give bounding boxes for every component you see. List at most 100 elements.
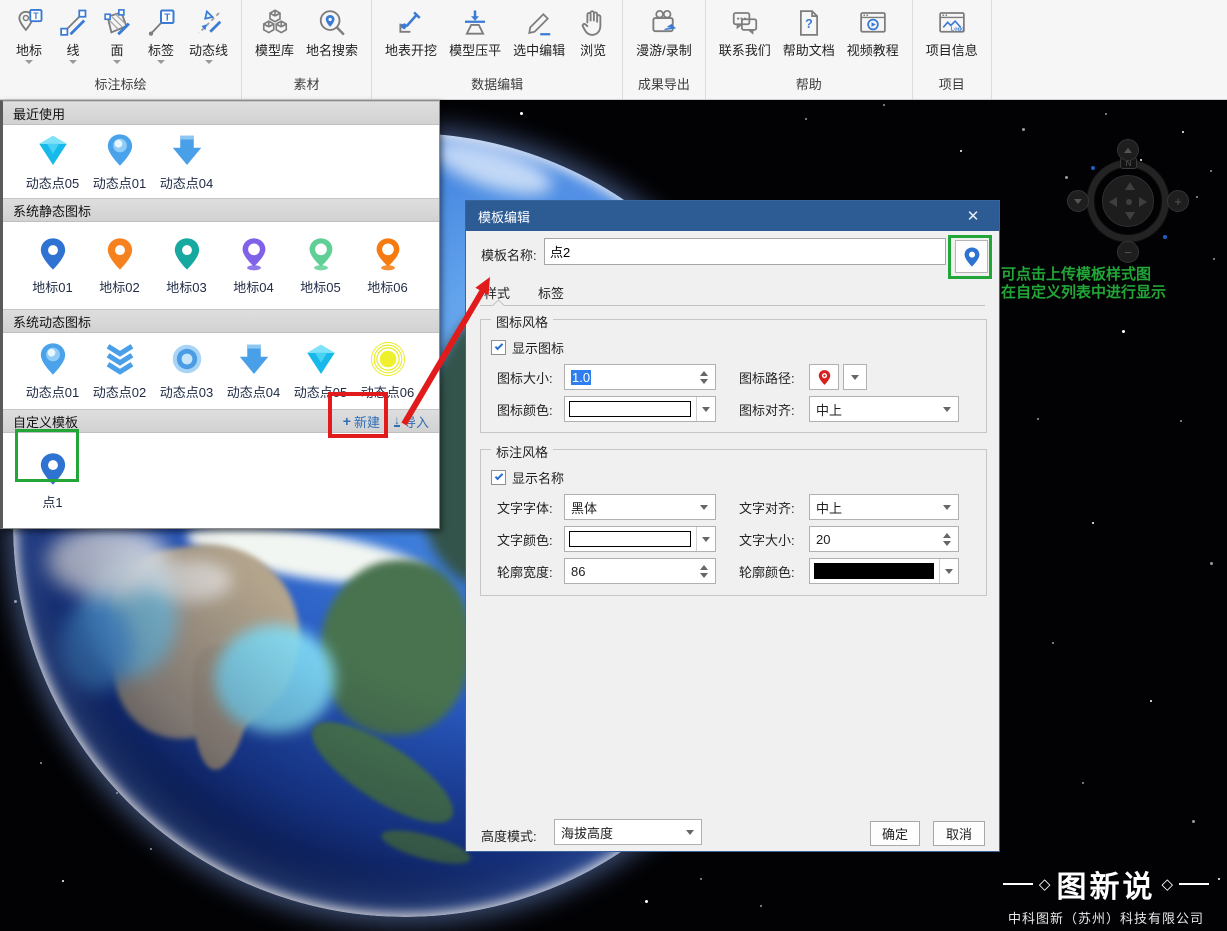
polygon-icon [102, 8, 132, 38]
new-template-button[interactable]: +新建 [343, 412, 380, 431]
toolbar-item-tag-label[interactable]: T标签 [140, 6, 182, 66]
toolbar-item-help-doc[interactable]: ?帮助文档 [778, 6, 840, 61]
icon-path-button[interactable] [809, 364, 839, 390]
star [1065, 176, 1068, 179]
chevron-down-icon[interactable] [113, 60, 121, 64]
chevron-down-icon[interactable] [69, 60, 77, 64]
spinner-arrows[interactable] [940, 527, 954, 551]
tilt-up-button[interactable] [1117, 139, 1139, 161]
toolbar-item-place-search[interactable]: 地名搜索 [301, 6, 363, 61]
panel-item-glossy-pin[interactable]: 动态点01 [19, 341, 86, 401]
watermark-line [1179, 883, 1209, 885]
panel-section-items: 点1 [3, 433, 439, 529]
star [1182, 131, 1184, 133]
panel-item-diamond[interactable]: 动态点05 [19, 132, 86, 192]
flatten-press-icon [460, 8, 490, 38]
toolbar-item-browse-hand[interactable]: 浏览 [572, 6, 614, 61]
panel-item-sun[interactable]: 动态点06 [354, 341, 421, 401]
pin-base-icon [370, 236, 406, 272]
toolbar-item-landmark-pin[interactable]: T 地标 [8, 6, 50, 66]
swatch-dropdown-arrow[interactable] [696, 397, 715, 421]
panel-item-pin-base[interactable]: 地标04 [220, 236, 287, 296]
toolbar-item-roam-record[interactable]: 漫游/录制 [631, 6, 697, 61]
toolbar-item-video-tutorial[interactable]: 视频教程 [842, 6, 904, 61]
panel-item-pin[interactable]: 点1 [19, 451, 86, 511]
compass-pan-pad[interactable] [1102, 175, 1154, 227]
ribbon-toolbar: T地标线面T标签动态线标注标绘模型库地名搜索素材地表开挖模型压平选中编辑浏览数据… [0, 0, 1227, 100]
text-align-select[interactable]: 中上 [809, 494, 959, 520]
panel-item-chevrons[interactable]: 动态点02 [86, 341, 153, 401]
swatch-dropdown-arrow[interactable] [939, 559, 958, 583]
ok-button[interactable]: 确定 [870, 821, 920, 846]
dialog-close-button[interactable]: ✕ [959, 202, 987, 230]
tilt-down-button[interactable] [1067, 190, 1089, 212]
arrow-down-icon [236, 341, 272, 377]
svg-text:T: T [33, 11, 39, 21]
checkbox-icon[interactable] [491, 470, 506, 485]
import-template-button[interactable]: ↓导入 [394, 412, 429, 431]
place-search-icon [317, 8, 347, 38]
icon-style-legend: 图标风格 [491, 312, 553, 331]
toolbar-item-label: 项目信息 [926, 40, 978, 59]
height-mode-select[interactable]: 海拔高度 [554, 819, 702, 845]
toolbar-item-polyline[interactable]: 线 [52, 6, 94, 66]
toolbar-item-contact-chat[interactable]: 联系我们 [714, 6, 776, 61]
text-size-label: 文字大小: [739, 530, 809, 549]
zoom-in-button[interactable]: + [1167, 190, 1189, 212]
toolbar-item-flatten-press[interactable]: 模型压平 [444, 6, 506, 61]
icon-path-dropdown[interactable] [843, 364, 867, 390]
icon-color-swatch[interactable] [564, 396, 716, 422]
toolbar-item-model-cubes[interactable]: 模型库 [250, 6, 299, 61]
panel-item-glossy-pin[interactable]: 动态点01 [86, 132, 153, 192]
template-name-input[interactable] [544, 238, 946, 265]
cloud-limb-top [427, 133, 558, 205]
chevron-down-icon[interactable] [25, 60, 33, 64]
star [1105, 113, 1107, 115]
toolbar-item-project-info[interactable]: Logo项目信息 [921, 6, 983, 61]
plus-icon: + [343, 413, 351, 429]
star [960, 150, 962, 152]
outline-color-swatch[interactable] [809, 558, 959, 584]
toolbar-item-dynamic-line[interactable]: 动态线 [184, 6, 233, 66]
tag-label-icon: T [146, 8, 176, 38]
template-icon-button[interactable] [955, 240, 988, 273]
glossy-pin-icon [102, 132, 138, 168]
panel-section-title: 系统动态图标 [13, 312, 91, 331]
outline-width-spinner[interactable]: 86 [564, 558, 716, 584]
toolbar-item-dig-shovel[interactable]: 地表开挖 [380, 6, 442, 61]
panel-item-pin-base[interactable]: 地标05 [287, 236, 354, 296]
panel-item-pin[interactable]: 地标03 [153, 236, 220, 296]
text-size-spinner[interactable]: 20 [809, 526, 959, 552]
icon-align-select[interactable]: 中上 [809, 396, 959, 422]
swatch-dropdown-arrow[interactable] [696, 527, 715, 551]
glossy-pin-icon [35, 341, 71, 377]
chevron-down-icon[interactable] [157, 60, 165, 64]
show-name-checkbox[interactable]: 显示名称 [491, 468, 564, 487]
panel-item-arrow-down[interactable]: 动态点04 [220, 341, 287, 401]
spinner-arrows[interactable] [697, 365, 711, 389]
text-color-swatch[interactable] [564, 526, 716, 552]
panel-item-label: 地标03 [166, 277, 206, 296]
panel-item-ring[interactable]: 动态点03 [153, 341, 220, 401]
spinner-arrows[interactable] [697, 559, 711, 583]
panel-item-diamond[interactable]: 动态点05 [287, 341, 354, 401]
show-icon-checkbox[interactable]: 显示图标 [491, 338, 564, 357]
chevron-down-icon[interactable] [205, 60, 213, 64]
panel-item-pin-base[interactable]: 地标06 [354, 236, 421, 296]
toolbar-group: 漫游/录制成果导出 [623, 0, 706, 99]
panel-item-arrow-down[interactable]: 动态点04 [153, 132, 220, 192]
panel-item-pin[interactable]: 地标01 [19, 236, 86, 296]
toolbar-item-edit-pencil[interactable]: 选中编辑 [508, 6, 570, 61]
font-family-select[interactable]: 黑体 [564, 494, 716, 520]
panel-item-label: 地标04 [233, 277, 273, 296]
zoom-out-button[interactable]: − [1117, 241, 1139, 263]
checkbox-icon[interactable] [491, 340, 506, 355]
toolbar-item-label: 地标 [16, 40, 42, 59]
dialog-titlebar[interactable]: 模板编辑 ✕ [466, 201, 999, 231]
icon-size-spinner[interactable]: 1.0 [564, 364, 716, 390]
star [1196, 196, 1198, 198]
toolbar-item-polygon[interactable]: 面 [96, 6, 138, 66]
tab-label[interactable]: 标签 [536, 283, 566, 302]
panel-item-pin[interactable]: 地标02 [86, 236, 153, 296]
cancel-button[interactable]: 取消 [933, 821, 985, 846]
